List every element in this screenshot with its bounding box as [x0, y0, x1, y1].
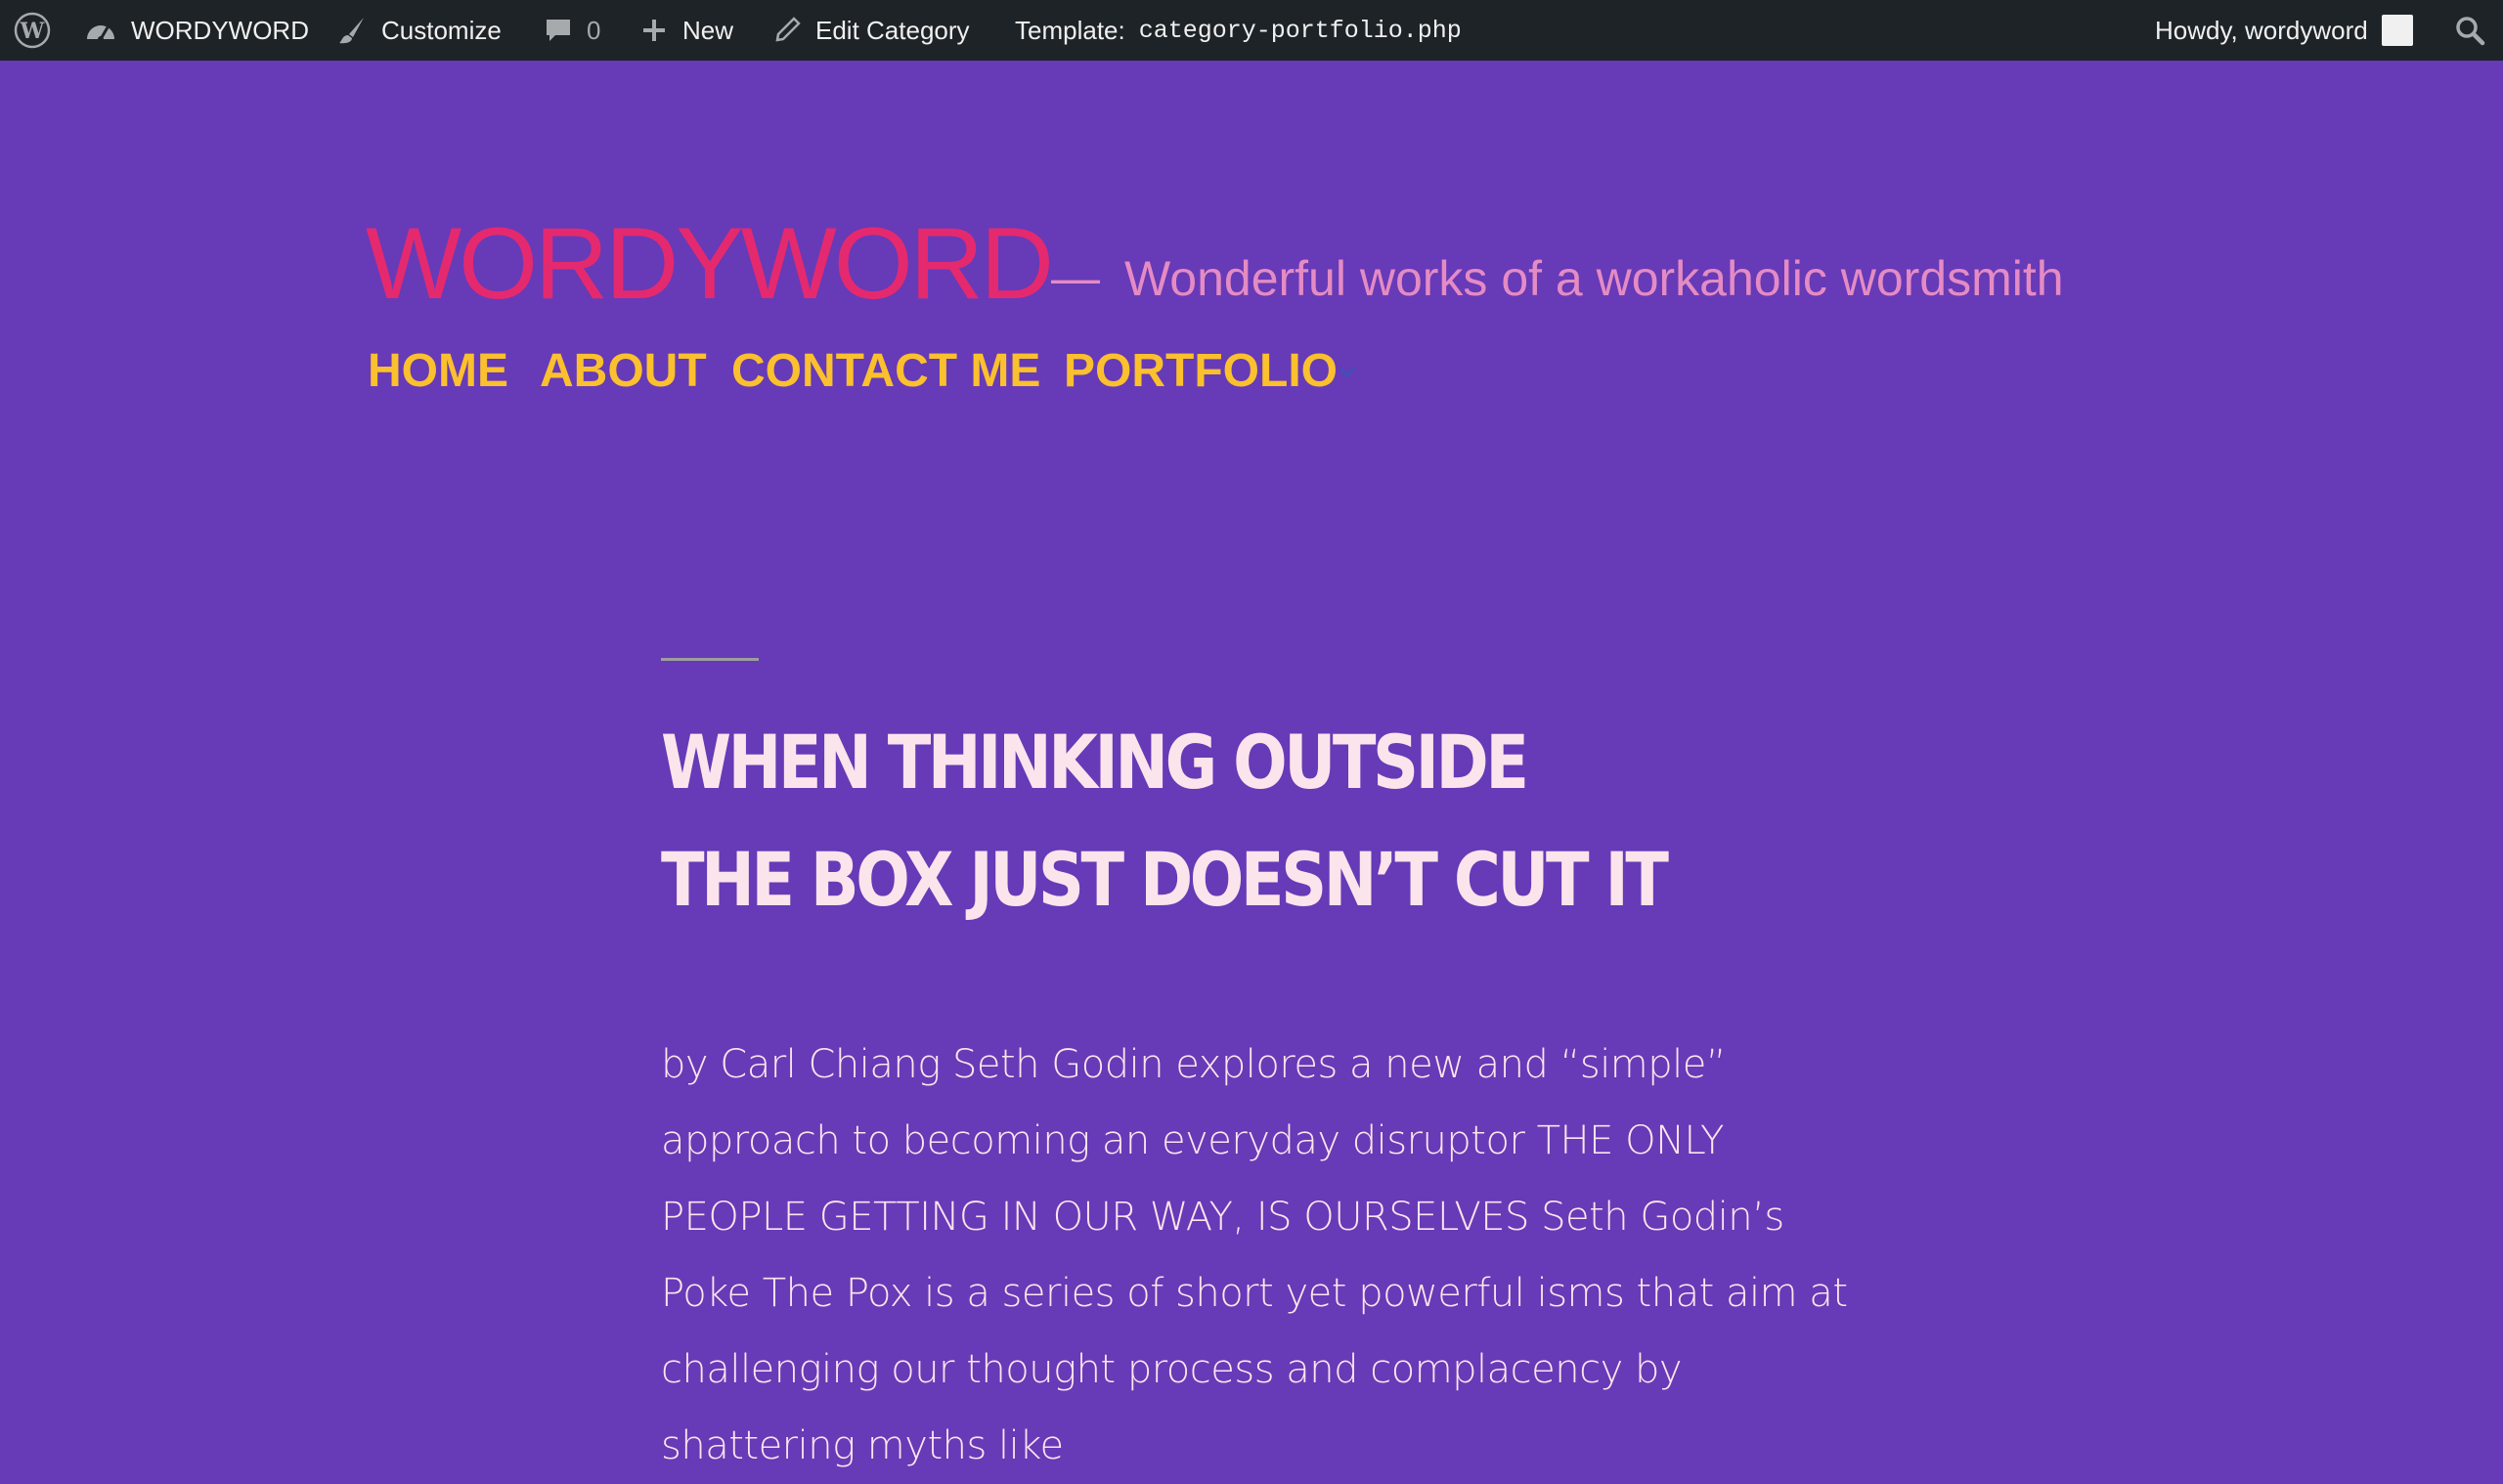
edit-category-label: Edit Category: [815, 15, 970, 45]
howdy-label: Howdy, wordyword: [2155, 15, 2368, 45]
new-content-menu[interactable]: New: [639, 0, 733, 61]
nav-item-portfolio[interactable]: PORTFOLIO: [1064, 342, 1338, 401]
post-excerpt: by Carl Chiang Seth Godin explores a new…: [661, 1042, 1848, 1468]
comments-link[interactable]: 0: [544, 0, 600, 61]
pencil-icon: [772, 16, 802, 45]
edit-category-link[interactable]: Edit Category: [772, 0, 970, 61]
post-title[interactable]: WHEN THINKING OUTSIDE THE BOX JUST DOESN…: [661, 704, 1670, 938]
customize-link[interactable]: Customize: [336, 0, 502, 61]
search-icon[interactable]: [2454, 0, 2485, 61]
site-tagline: Wonderful works of a workaholic wordsmit…: [1124, 251, 2064, 306]
site-name-label: WORDYWORD: [131, 15, 309, 45]
tagline-dash: —: [1051, 250, 1100, 305]
my-account-menu[interactable]: Howdy, wordyword: [2155, 0, 2413, 61]
admin-bar: W WORDYWORD Customize 0 New Edit Categor…: [0, 0, 2503, 61]
site-title[interactable]: WORDYWORD: [366, 205, 1054, 323]
chevron-down-icon[interactable]: [1336, 360, 1359, 388]
wordpress-logo-icon[interactable]: W: [14, 0, 51, 61]
template-file: category-portfolio.php: [1138, 16, 1462, 45]
comments-count: 0: [587, 15, 601, 45]
paintbrush-icon: [336, 15, 368, 46]
nav-item-home[interactable]: HOME: [368, 342, 508, 401]
nav-item-about[interactable]: ABOUT: [540, 342, 707, 401]
plus-icon: [639, 16, 669, 45]
new-label: New: [682, 15, 734, 45]
customize-label: Customize: [381, 15, 502, 45]
avatar: [2381, 15, 2413, 46]
site-name-menu[interactable]: WORDYWORD: [84, 0, 309, 61]
template-label: Template:: [1015, 15, 1125, 45]
comment-bubble-icon: [544, 16, 573, 45]
title-separator: [661, 658, 759, 661]
svg-text:W: W: [20, 19, 45, 44]
dashboard-icon: [84, 16, 117, 45]
nav-item-contact-me[interactable]: CONTACT ME: [731, 342, 1040, 401]
template-info[interactable]: Template: category-portfolio.php: [1015, 0, 1462, 61]
